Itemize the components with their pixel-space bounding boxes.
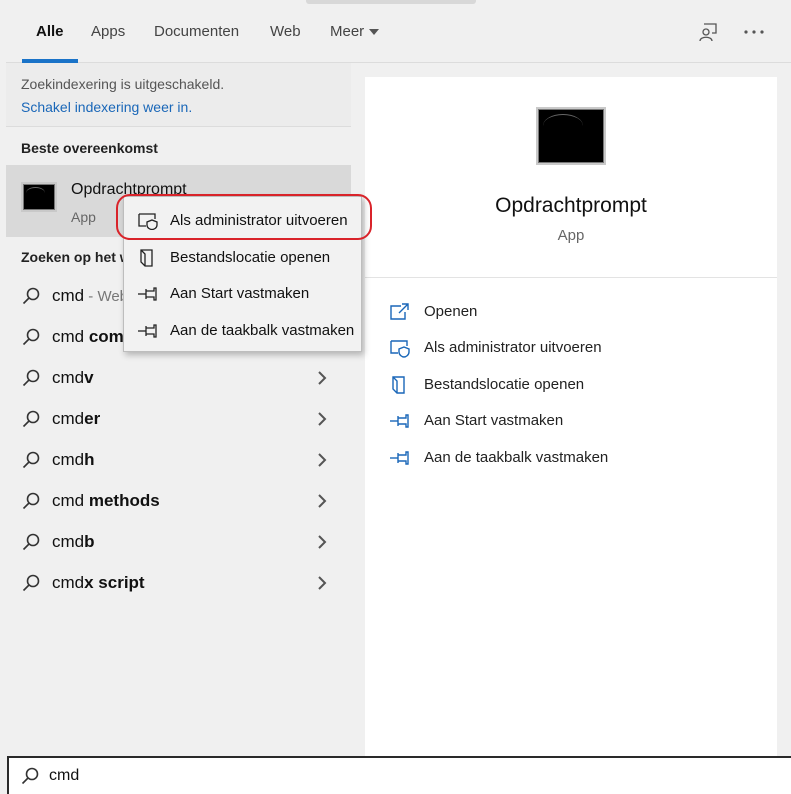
- tab-apps[interactable]: Apps: [91, 0, 125, 62]
- suggestion-prefix: cmd: [52, 450, 85, 469]
- more-icon[interactable]: [742, 20, 766, 44]
- pin-icon: [138, 324, 157, 338]
- menu-item-open-file-location-label: Bestandslocatie openen: [170, 249, 331, 266]
- web-suggestion-text: cmd methods: [52, 491, 160, 511]
- chevron-right-icon[interactable]: [315, 370, 329, 386]
- shield-icon: [390, 340, 410, 358]
- suggestion-completion: h: [84, 450, 95, 469]
- action-pin-to-taskbar-label: Aan de taakbalk vastmaken: [424, 449, 609, 466]
- web-suggestion-text: cmd - Web: [52, 286, 128, 306]
- suggestion-prefix: cmd: [52, 286, 85, 305]
- suggestion-prefix: cmd: [52, 368, 85, 387]
- divider: [365, 277, 777, 278]
- pin-icon: [390, 451, 409, 465]
- preview-type: App: [557, 227, 585, 244]
- action-pin-to-start[interactable]: Aan Start vastmaken: [389, 406, 749, 436]
- file-location-icon: [140, 249, 153, 267]
- search-icon: [21, 767, 39, 785]
- suggestion-prefix: cmd: [52, 532, 85, 551]
- web-suggestion-text: cmdv: [52, 368, 94, 388]
- feedback-icon[interactable]: [696, 20, 720, 44]
- web-suggestion-text: cmder: [52, 409, 100, 429]
- tab-documents[interactable]: Documenten: [154, 0, 239, 62]
- web-suggestion-item[interactable]: cmdv: [6, 358, 351, 399]
- chevron-right-icon[interactable]: [315, 534, 329, 550]
- web-suggestion-item[interactable]: cmdx script: [6, 563, 351, 604]
- suggestion-suffix: - Web: [84, 288, 129, 305]
- enable-indexing-link[interactable]: Schakel indexering weer in.: [21, 99, 192, 115]
- indexing-notice-text: Zoekindexering is uitgeschakeld.: [21, 76, 225, 92]
- chevron-right-icon[interactable]: [315, 575, 329, 591]
- suggestion-prefix: cmd: [52, 327, 85, 346]
- best-match-type: App: [71, 209, 96, 225]
- preview-title: Opdrachtprompt: [495, 194, 647, 217]
- search-icon: [22, 410, 40, 428]
- chevron-right-icon[interactable]: [315, 493, 329, 509]
- best-match-heading: Beste overeenkomst: [21, 140, 158, 156]
- preview-panel: Opdrachtprompt App Openen Als administra…: [365, 77, 777, 756]
- search-icon: [22, 533, 40, 551]
- menu-item-run-as-admin-label: Als administrator uitvoeren: [170, 212, 348, 229]
- results-panel: Zoekindexering is uitgeschakeld. Schakel…: [6, 63, 351, 756]
- search-icon: [22, 328, 40, 346]
- web-suggestion-text: cmd com: [52, 327, 124, 347]
- suggestion-prefix: cmd: [52, 573, 85, 592]
- search-icon: [22, 574, 40, 592]
- action-open-file-location[interactable]: Bestandslocatie openen: [389, 370, 749, 400]
- tab-more[interactable]: Meer: [330, 0, 380, 62]
- action-pin-to-start-label: Aan Start vastmaken: [424, 412, 564, 429]
- suggestion-completion: com: [84, 327, 124, 346]
- shield-icon: [138, 213, 158, 230]
- search-icon: [22, 451, 40, 469]
- web-suggestion-item[interactable]: cmd methods: [6, 481, 351, 522]
- open-icon: [390, 303, 409, 320]
- search-box[interactable]: [7, 756, 791, 794]
- suggestion-completion: b: [84, 532, 95, 551]
- menu-item-run-as-admin[interactable]: Als administrator uitvoeren: [124, 203, 363, 239]
- search-icon: [22, 492, 40, 510]
- pin-icon: [390, 414, 409, 428]
- suggestion-prefix: cmd: [52, 491, 85, 510]
- menu-item-pin-to-taskbar-label: Aan de taakbalk vastmaken: [170, 322, 355, 339]
- chevron-down-icon: [369, 29, 380, 36]
- cmd-app-icon: [21, 182, 57, 212]
- suggestion-completion: x script: [84, 573, 145, 592]
- chevron-right-icon[interactable]: [315, 452, 329, 468]
- tab-web[interactable]: Web: [270, 0, 301, 62]
- menu-item-pin-to-start[interactable]: Aan Start vastmaken: [124, 276, 363, 312]
- action-run-as-admin[interactable]: Als administrator uitvoeren: [389, 333, 749, 363]
- menu-item-pin-to-taskbar[interactable]: Aan de taakbalk vastmaken: [124, 313, 363, 349]
- cmd-large-icon: [536, 107, 606, 165]
- suggestion-completion: v: [84, 368, 94, 387]
- action-open[interactable]: Openen: [389, 297, 749, 327]
- suggestion-completion: er: [84, 409, 101, 428]
- pin-icon: [138, 287, 157, 301]
- web-suggestion-text: cmdb: [52, 532, 95, 552]
- indexing-notice: Zoekindexering is uitgeschakeld. Schakel…: [6, 63, 351, 127]
- context-menu: Als administrator uitvoeren Bestandsloca…: [123, 196, 362, 352]
- web-suggestion-item[interactable]: cmdb: [6, 522, 351, 563]
- menu-item-pin-to-start-label: Aan Start vastmaken: [170, 285, 310, 302]
- action-pin-to-taskbar[interactable]: Aan de taakbalk vastmaken: [389, 443, 749, 473]
- action-run-as-admin-label: Als administrator uitvoeren: [424, 339, 602, 356]
- web-suggestion-item[interactable]: cmder: [6, 399, 351, 440]
- web-suggestion-text: cmdh: [52, 450, 95, 470]
- web-suggestion-text: cmdx script: [52, 573, 145, 593]
- tab-all[interactable]: Alle: [22, 0, 77, 63]
- search-icon: [22, 369, 40, 387]
- menu-item-open-file-location[interactable]: Bestandslocatie openen: [124, 240, 363, 276]
- file-location-icon: [392, 376, 405, 394]
- action-open-file-location-label: Bestandslocatie openen: [424, 376, 585, 393]
- search-input[interactable]: [47, 764, 647, 788]
- action-open-label: Openen: [424, 303, 478, 320]
- tab-more-label: Meer: [330, 23, 365, 40]
- chevron-right-icon[interactable]: [315, 411, 329, 427]
- suggestion-completion: methods: [84, 491, 160, 510]
- web-suggestion-item[interactable]: cmdh: [6, 440, 351, 481]
- search-icon: [22, 287, 40, 305]
- suggestion-prefix: cmd: [52, 409, 85, 428]
- tab-bar: Alle Apps Documenten Web Meer: [6, 0, 791, 63]
